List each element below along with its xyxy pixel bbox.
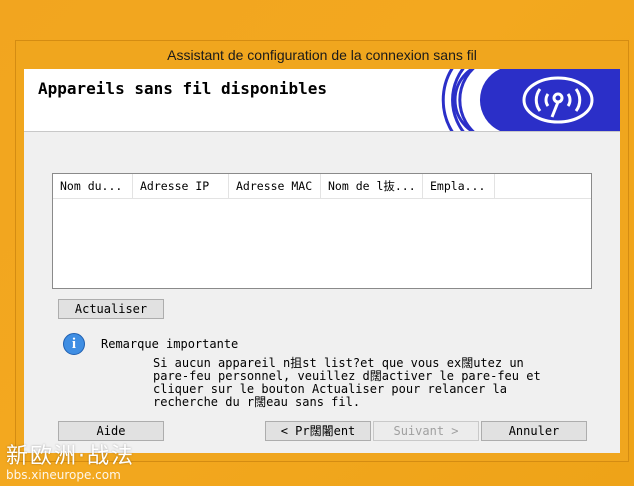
watermark-url: bbs.xineurope.com [6, 468, 121, 482]
device-list-header: Nom du... Adresse IP Adresse MAC Nom de … [53, 174, 591, 199]
wizard-banner: Appareils sans fil disponibles [24, 69, 620, 132]
next-button[interactable]: Suivant > [373, 421, 479, 441]
watermark: 新欧洲·战法 bbs.xineurope.com [6, 438, 135, 482]
cancel-button[interactable]: Annuler [481, 421, 587, 441]
page-title: Appareils sans fil disponibles [38, 79, 327, 98]
info-icon: i [63, 333, 85, 355]
window-title: Assistant de configuration de la connexi… [167, 47, 477, 63]
back-button[interactable]: < Pr闊闍ent [265, 421, 371, 441]
column-header-name[interactable]: Nom du... [53, 174, 133, 198]
column-header-ip[interactable]: Adresse IP [133, 174, 229, 198]
column-header-mac[interactable]: Adresse MAC [229, 174, 321, 198]
column-header-network-name[interactable]: Nom de l抜... [321, 174, 423, 198]
setup-wizard-window: Assistant de configuration de la connexi… [15, 40, 629, 462]
note-line: recherche du r闊eau sans fil. [153, 395, 361, 409]
note-title: Remarque importante [101, 337, 239, 351]
wizard-client-area: Appareils sans fil disponibles Nom du...… [24, 69, 620, 453]
device-list[interactable]: Nom du... Adresse IP Adresse MAC Nom de … [52, 173, 592, 289]
refresh-button[interactable]: Actualiser [58, 299, 164, 319]
wireless-icon [430, 69, 620, 131]
note-text: Si aucun appareil n抯st list?et que vous … [153, 357, 553, 409]
column-header-location[interactable]: Empla... [423, 174, 495, 198]
watermark-text: 新欧洲·战法 [6, 444, 135, 469]
